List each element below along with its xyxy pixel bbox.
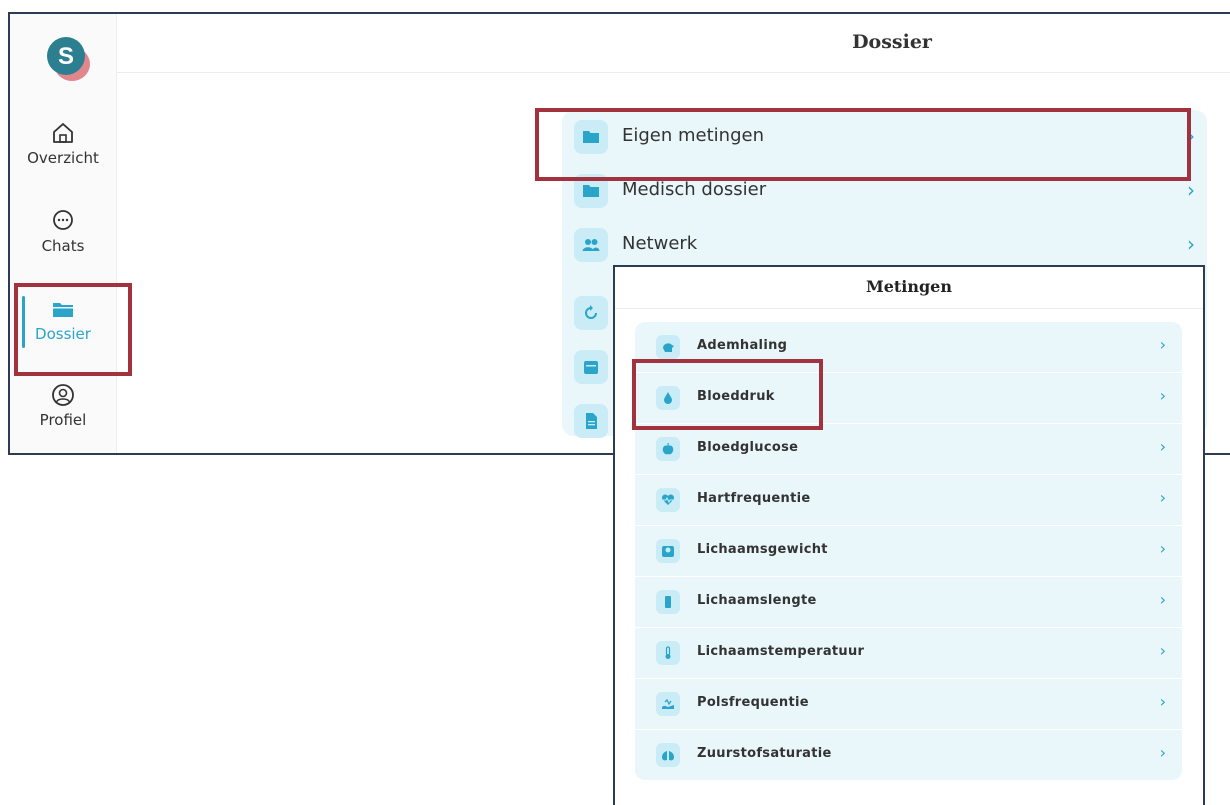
top-bar: Dossier [117, 14, 1230, 73]
thermometer-icon [656, 641, 680, 665]
sidebar-item-chats[interactable]: Chats [10, 208, 116, 255]
list-item-zuurstofsaturatie[interactable]: Zuurstofsaturatie › [635, 730, 1182, 781]
document-icon [574, 404, 608, 438]
list-item-polsfrequentie[interactable]: Polsfrequentie › [635, 679, 1182, 730]
page-title: Dossier [852, 31, 932, 53]
menu-item-label: Netwerk [622, 233, 698, 254]
calendar-icon [574, 350, 608, 384]
list-item-label: Zuurstofsaturatie [697, 746, 832, 761]
refresh-icon [574, 296, 608, 330]
sidebar: S Overzicht Chats Dossier Profiel [10, 14, 117, 453]
sidebar-item-profiel[interactable]: Profiel [10, 382, 116, 429]
list-item-lichaamstemperatuur[interactable]: Lichaamstemperatuur › [635, 628, 1182, 679]
svg-text:S: S [58, 43, 74, 70]
list-item-label: Lichaamstemperatuur [697, 644, 865, 659]
metingen-panel: Metingen Ademhaling › Bloeddruk › Bloedg… [613, 265, 1205, 805]
sidebar-item-label: Dossier [35, 325, 91, 343]
list-item-label: Ademhaling [697, 338, 788, 353]
divider [615, 308, 1203, 309]
menu-item-eigen-metingen[interactable]: Eigen metingen › [562, 110, 1207, 164]
sidebar-item-label: Chats [41, 237, 85, 255]
list-item-label: Lichaamsgewicht [697, 542, 828, 557]
chevron-right-icon: › [1159, 386, 1166, 405]
home-icon [53, 123, 73, 143]
chevron-right-icon: › [1187, 124, 1195, 148]
scale-icon [656, 539, 680, 563]
list-item-label: Hartfrequentie [697, 491, 811, 506]
list-item-label: Bloedglucose [697, 440, 799, 455]
list-item-bloeddruk[interactable]: Bloeddruk › [635, 373, 1182, 424]
user-icon [52, 384, 74, 406]
chevron-right-icon: › [1159, 488, 1166, 507]
pulse-icon [656, 692, 680, 716]
chevron-right-icon: › [1159, 590, 1166, 609]
list-item-lichaamsgewicht[interactable]: Lichaamsgewicht › [635, 526, 1182, 577]
ruler-icon [656, 590, 680, 614]
list-item-hartfrequentie[interactable]: Hartfrequentie › [635, 475, 1182, 526]
folder-icon [574, 174, 608, 208]
breathing-icon [656, 335, 680, 359]
chevron-right-icon: › [1159, 641, 1166, 660]
folder-icon [574, 120, 608, 154]
sidebar-item-label: Profiel [39, 411, 87, 429]
menu-item-medisch-dossier[interactable]: Medisch dossier › [562, 164, 1207, 218]
menu-item-netwerk[interactable]: Netwerk › [562, 218, 1207, 272]
list-item-label: Polsfrequentie [697, 695, 809, 710]
folder-icon [53, 303, 73, 317]
menu-item-label: Medisch dossier [622, 179, 767, 200]
app-logo: S [47, 37, 90, 81]
panel-title: Metingen [866, 277, 952, 296]
list-item-lichaamslengte[interactable]: Lichaamslengte › [635, 577, 1182, 628]
list-item-label: Lichaamslengte [697, 593, 817, 608]
chevron-right-icon: › [1159, 437, 1166, 456]
chevron-right-icon: › [1159, 692, 1166, 711]
sidebar-item-label: Overzicht [27, 149, 99, 167]
list-item-bloedglucose[interactable]: Bloedglucose › [635, 424, 1182, 475]
chevron-right-icon: › [1159, 743, 1166, 762]
chevron-right-icon: › [1159, 539, 1166, 558]
sidebar-item-dossier[interactable]: Dossier [10, 296, 116, 343]
chevron-right-icon: › [1159, 335, 1166, 354]
chat-icon [53, 210, 73, 230]
apple-icon [656, 437, 680, 461]
drop-icon [656, 386, 680, 410]
heart-rate-icon [656, 488, 680, 512]
chevron-right-icon: › [1187, 178, 1195, 202]
sidebar-item-overzicht[interactable]: Overzicht [10, 120, 116, 167]
list-item-ademhaling[interactable]: Ademhaling › [635, 322, 1182, 373]
metingen-list: Ademhaling › Bloeddruk › Bloedglucose › [635, 322, 1182, 780]
menu-item-label: Eigen metingen [622, 125, 764, 146]
list-item-label: Bloeddruk [697, 389, 775, 404]
chevron-right-icon: › [1187, 232, 1195, 256]
people-icon [574, 228, 608, 262]
lungs-icon [656, 743, 680, 767]
